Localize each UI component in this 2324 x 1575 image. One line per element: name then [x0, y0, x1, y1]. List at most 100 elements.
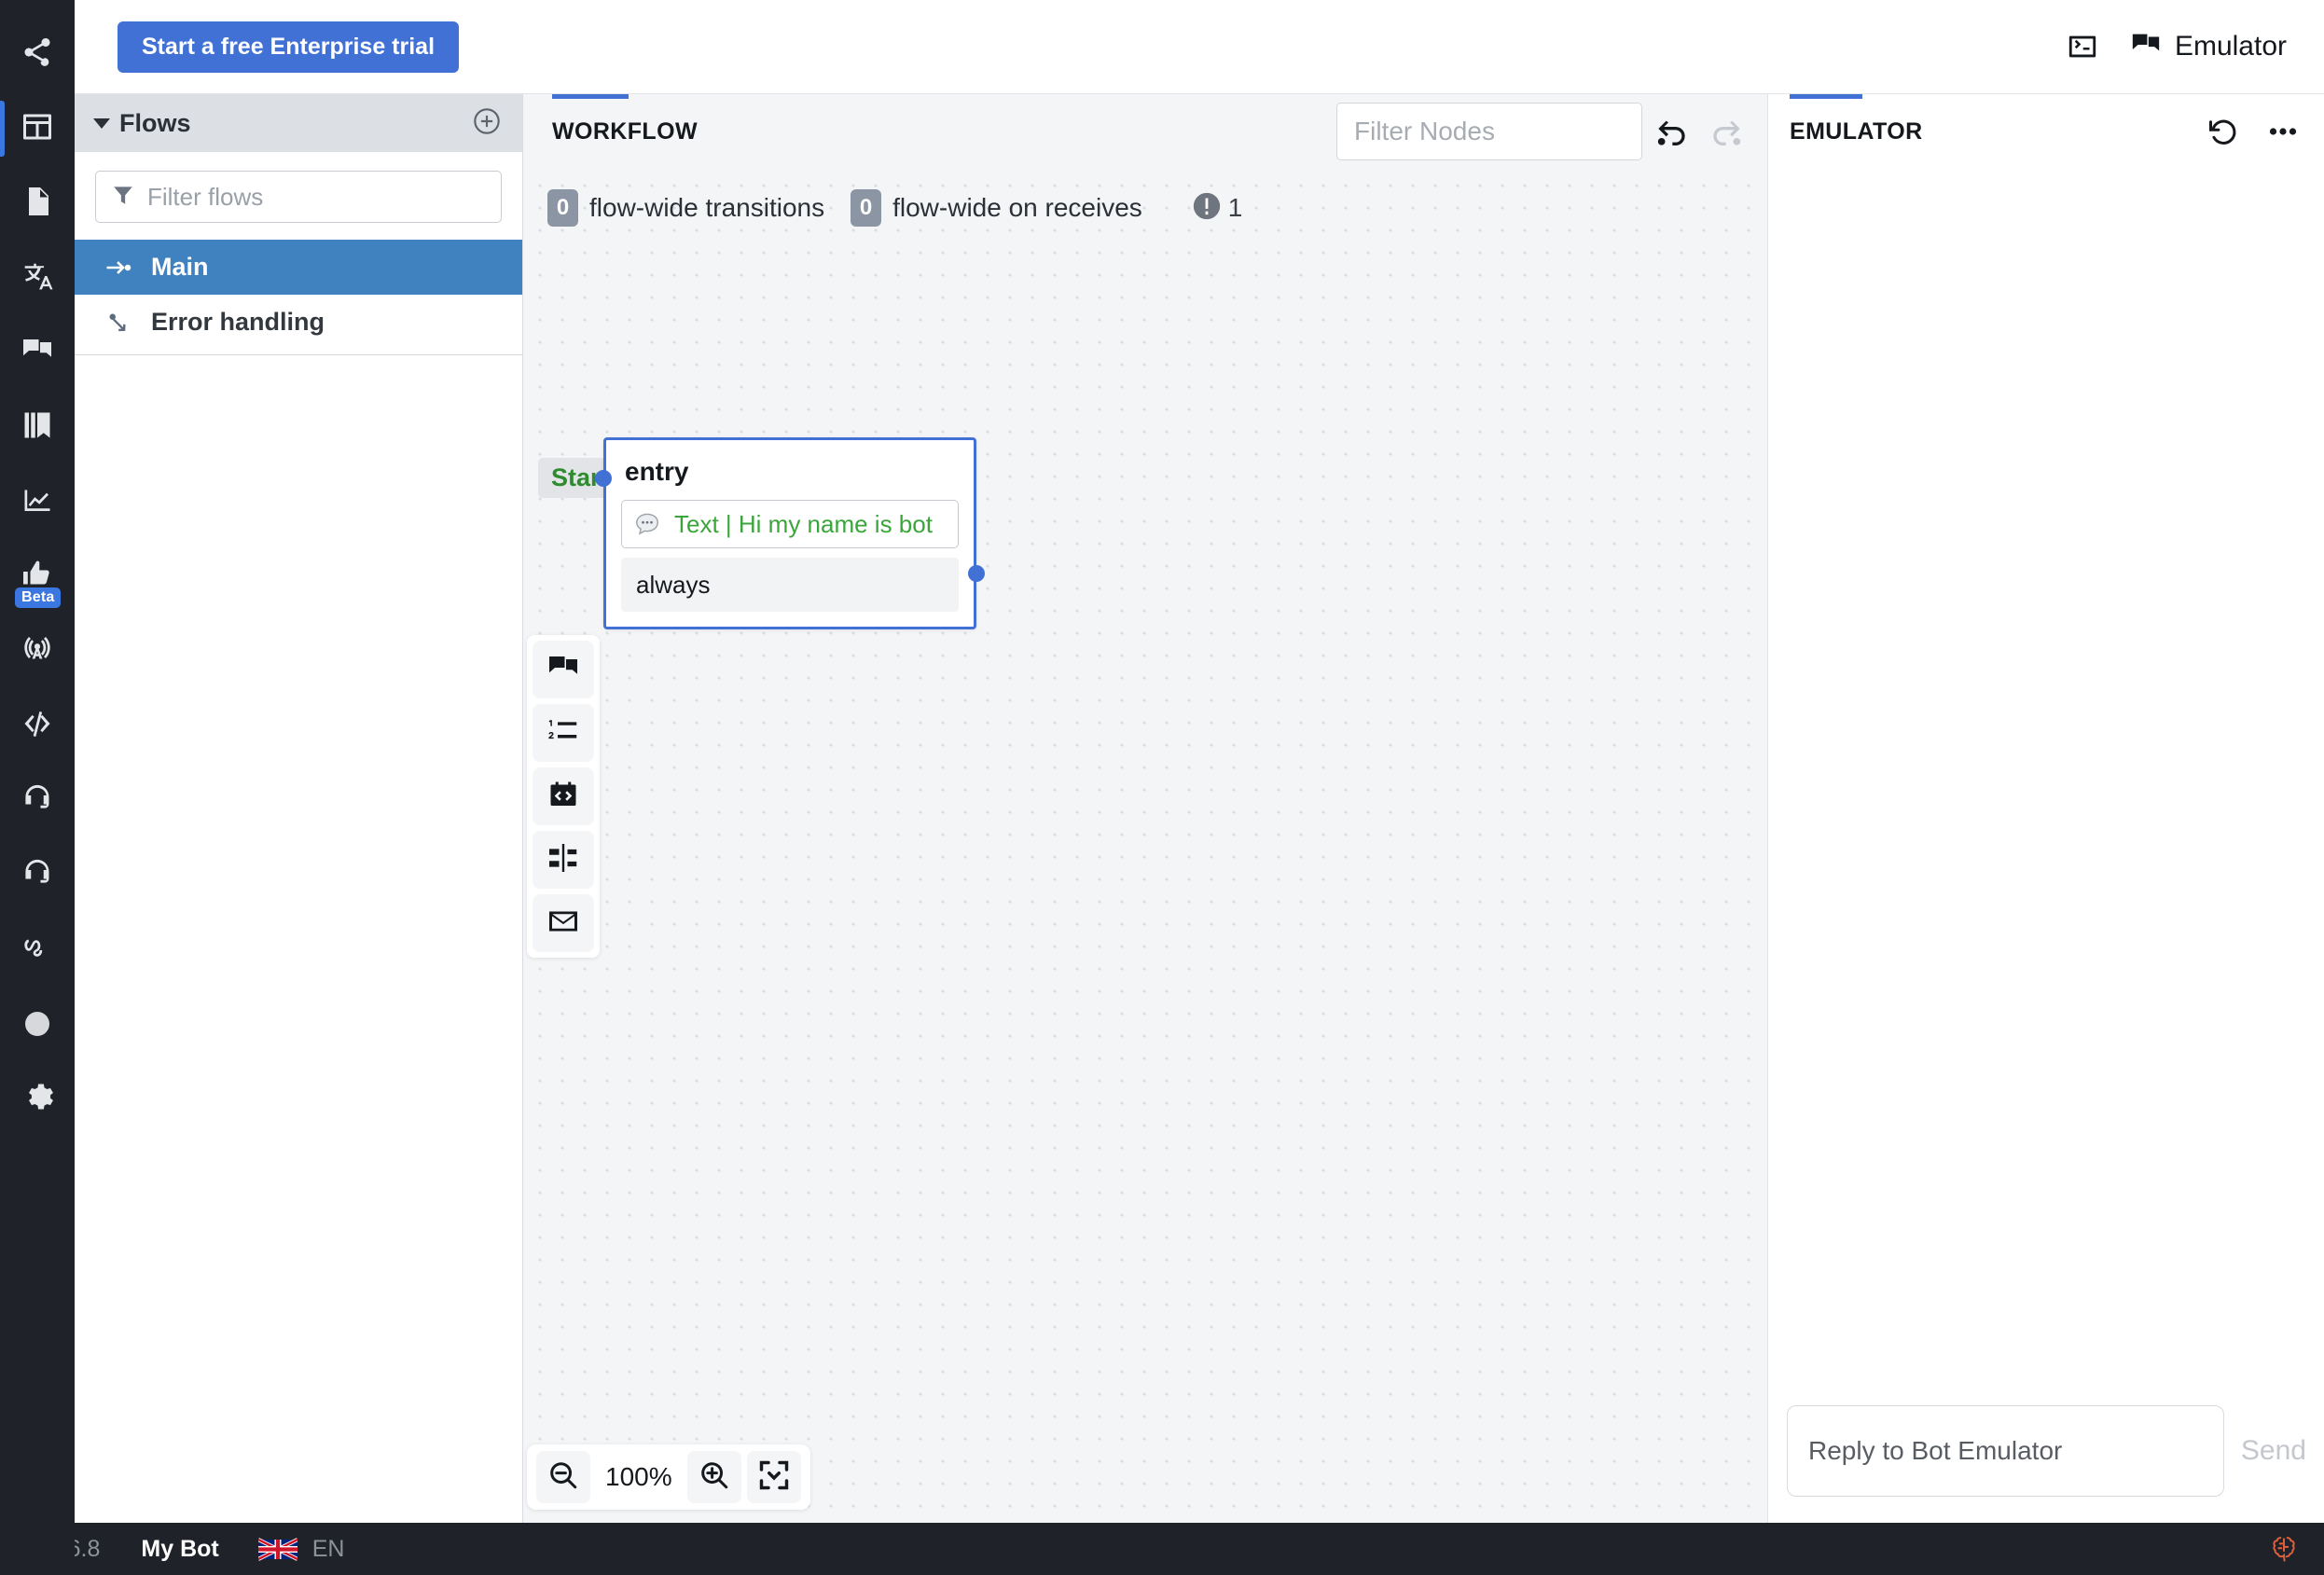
sidebar-item-label: Main [151, 253, 209, 282]
workflow-warning-badge[interactable]: 1 [1191, 190, 1243, 227]
tab-workflow[interactable]: WORKFLOW [552, 118, 698, 145]
flow-wide-on-receives-label[interactable]: flow-wide on receives [892, 193, 1142, 223]
node-palette [527, 635, 600, 958]
plus-circle-icon[interactable] [472, 106, 502, 141]
reset-circular-arrow-icon[interactable] [2206, 115, 2240, 148]
flows-header: Flows [75, 94, 522, 152]
sidebar-item-flows[interactable] [0, 17, 75, 91]
sidebar-item-feedback[interactable]: Beta [0, 539, 75, 614]
line-chart-icon [21, 483, 54, 521]
filter-nodes-input[interactable] [1336, 103, 1642, 160]
flow-error-icon [104, 309, 142, 337]
palette-execute-code-node[interactable] [533, 767, 594, 825]
caret-down-icon[interactable] [93, 118, 110, 129]
flows-filter-box[interactable] [95, 171, 502, 223]
emulator-toggle-label: Emulator [2175, 31, 2287, 62]
flows-filter-wrapper [75, 152, 522, 240]
broadcast-icon [21, 632, 54, 670]
redo-icon[interactable] [1706, 113, 1743, 150]
uk-flag-icon[interactable] [258, 1538, 297, 1561]
sidebar-item-knowledge[interactable] [0, 390, 75, 464]
sidebar-item-broadcast[interactable] [0, 614, 75, 688]
emulator-send-button[interactable]: Send [2241, 1435, 2306, 1467]
squiggle-icon [21, 931, 54, 969]
sidebar-item-code-editor[interactable] [0, 688, 75, 763]
terminal-icon[interactable] [2067, 31, 2098, 62]
document-icon [21, 185, 54, 223]
zoom-in-icon [698, 1458, 731, 1497]
funnel-filter-icon [111, 183, 147, 212]
sidebar-item-hitl[interactable] [0, 763, 75, 837]
palette-send-email-node[interactable] [533, 894, 594, 952]
sidebar-item-analytics[interactable] [0, 464, 75, 539]
emulator-actions [2206, 115, 2300, 148]
sidebar-item-conversations[interactable] [0, 315, 75, 390]
sidebar-item-status[interactable] [0, 987, 75, 1061]
flows-sidebar: Flows Main Error handling [75, 94, 523, 1523]
topbar-actions: Emulator [2067, 29, 2287, 65]
sidebar-item-content[interactable] [0, 91, 75, 166]
sidebar-item-main-flow[interactable]: Main [75, 240, 522, 295]
undo-icon[interactable] [1655, 113, 1693, 150]
execute-code-icon [546, 778, 580, 816]
zoom-level-label: 100% [596, 1462, 682, 1492]
zoom-in-button[interactable] [687, 1451, 741, 1503]
brain-icon[interactable] [2268, 1533, 2300, 1565]
flow-wide-on-receives-count: 0 [851, 189, 881, 227]
code-icon [21, 707, 54, 745]
zoom-out-button[interactable] [536, 1451, 590, 1503]
exclamation-circle-icon [1191, 190, 1223, 227]
sidebar-item-translations[interactable] [0, 241, 75, 315]
emulator-toggle-button[interactable]: Emulator [2130, 29, 2287, 65]
workflow-panel: WORKFLOW 0 flow-wide transitions 0 flow-… [523, 94, 1767, 1523]
sidebar-item-library[interactable] [0, 166, 75, 241]
palette-router-node[interactable] [533, 831, 594, 889]
emulator-reply-input[interactable] [1787, 1405, 2224, 1497]
circle-icon [25, 1012, 49, 1036]
emulator-panel: EMULATOR Send [1767, 94, 2324, 1523]
fit-to-screen-button[interactable] [747, 1451, 801, 1503]
flow-wide-transitions-count: 0 [547, 189, 578, 227]
headset-outline-icon [21, 856, 54, 894]
flow-node-instruction-text: Text | Hi my name is bot [674, 510, 933, 539]
flow-node-transition[interactable]: always [621, 558, 959, 612]
book-icon [21, 408, 54, 447]
status-bar: 12.26.8 My Bot EN [0, 1523, 2324, 1575]
workflow-tab-indicator [552, 94, 629, 99]
layout-dashboard-icon [21, 110, 54, 148]
node-output-port[interactable] [968, 565, 985, 582]
palette-choice-node[interactable] [533, 704, 594, 762]
sidebar-item-agent-console[interactable] [0, 837, 75, 912]
emulator-header: EMULATOR [1768, 94, 2324, 169]
fit-to-screen-icon [757, 1458, 791, 1497]
sidebar-item-error-handling-flow[interactable]: Error handling [75, 295, 522, 350]
sidebar-item-settings[interactable] [0, 1061, 75, 1136]
share-nodes-icon [21, 35, 54, 74]
flows-title: Flows [119, 109, 191, 138]
flow-wide-transitions-label[interactable]: flow-wide transitions [589, 193, 824, 223]
flow-start-icon [104, 254, 142, 282]
left-icon-rail: Beta [0, 0, 75, 1575]
emulator-conversation-area[interactable] [1768, 169, 2324, 1368]
top-bar: Start a free Enterprise trial Emulator [75, 0, 2324, 94]
filter-flows-input[interactable] [147, 183, 486, 212]
router-split-icon [546, 841, 580, 879]
chat-bubbles-icon [21, 334, 54, 372]
flow-node-instruction[interactable]: Text | Hi my name is bot [621, 500, 959, 548]
flow-canvas[interactable]: 0 flow-wide transitions 0 flow-wide on r… [523, 169, 1767, 1523]
sidebar-item-nlu-testing[interactable] [0, 912, 75, 987]
tab-emulator[interactable]: EMULATOR [1790, 118, 1923, 145]
flow-node-entry[interactable]: entry Text | Hi my name is bot always [603, 437, 976, 629]
headset-icon [21, 781, 54, 820]
translate-icon [21, 259, 54, 297]
envelope-icon [546, 905, 580, 943]
palette-say-something-node[interactable] [533, 641, 594, 698]
numbered-list-icon [546, 714, 580, 753]
ellipsis-icon[interactable] [2266, 115, 2300, 148]
bot-name[interactable]: My Bot [141, 1536, 218, 1563]
node-input-port[interactable] [595, 470, 612, 487]
start-enterprise-trial-button[interactable]: Start a free Enterprise trial [118, 21, 459, 73]
language-code[interactable]: EN [312, 1536, 345, 1563]
chat-bubbles-icon [546, 651, 580, 689]
emulator-tab-indicator [1790, 94, 1862, 99]
